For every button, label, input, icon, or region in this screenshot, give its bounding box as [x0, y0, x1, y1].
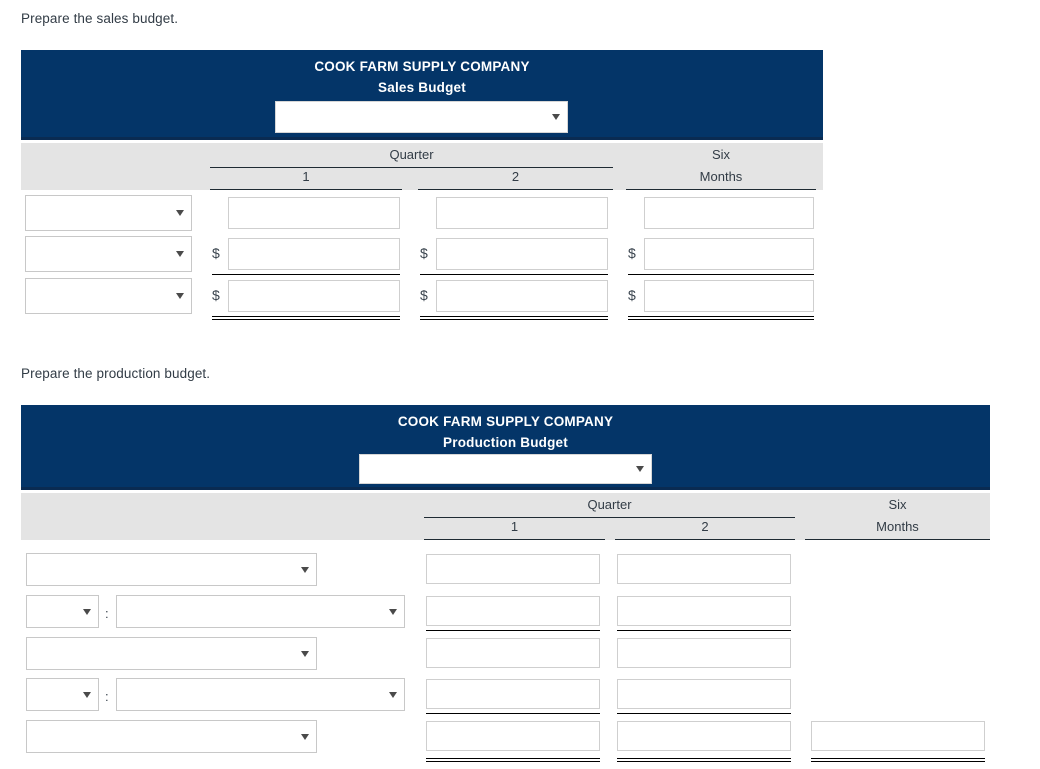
chevron-down-icon — [301, 733, 309, 740]
sales-column-q1-label: 1 — [302, 169, 310, 184]
production-column-q2-rule — [615, 539, 795, 540]
production-row-5-q1-double-underline — [426, 758, 600, 762]
sales-row-3-six-months-currency-symbol: $ — [628, 287, 636, 303]
production-row-4-q2-underline — [617, 713, 791, 714]
sales-quarter-group-label: Quarter — [389, 147, 434, 162]
sales-column-six-months-label-line2: Months — [699, 169, 743, 184]
sales-budget-header: COOK FARM SUPPLY COMPANY Sales Budget — [21, 50, 823, 140]
sales-row-3-q2-currency-symbol: $ — [420, 287, 428, 303]
production-row-5-six-months-double-underline — [811, 758, 985, 762]
production-budget-worksheet: COOK FARM SUPPLY COMPANY Production Budg… — [21, 405, 990, 769]
production-row-4-separator: : — [105, 689, 109, 704]
chevron-down-icon — [389, 691, 397, 698]
chevron-down-icon — [636, 466, 644, 472]
production-row-2-q1-underline — [426, 630, 600, 631]
sales-column-q1-rule — [210, 189, 402, 190]
sales-column-q2-label: 2 — [511, 169, 520, 184]
production-row-4-label-select[interactable] — [116, 678, 405, 711]
chevron-down-icon — [389, 608, 397, 615]
sales-row-2-q2-underline — [420, 274, 608, 275]
sales-row-3-label-select[interactable] — [25, 278, 192, 314]
production-column-six-months-label-line1: Six — [888, 497, 907, 512]
sales-column-six-months-label-line1: Six — [711, 147, 731, 162]
production-column-q1-rule — [424, 539, 605, 540]
sales-row-2-q2-currency-symbol: $ — [420, 245, 428, 261]
production-row-4-q1-input[interactable] — [426, 679, 600, 709]
sales-row-2-six-months-underline — [628, 274, 814, 275]
production-quarter-group-rule — [424, 517, 795, 518]
production-row-5-label-select[interactable] — [26, 720, 317, 753]
chevron-down-icon — [176, 251, 184, 257]
sales-budget-worksheet: COOK FARM SUPPLY COMPANY Sales Budget Qu… — [21, 50, 823, 322]
chevron-down-icon — [176, 293, 184, 299]
sales-column-q2-rule — [418, 189, 613, 190]
sales-period-select-area — [21, 97, 823, 137]
sales-row-3-q1-currency-symbol: $ — [212, 287, 220, 303]
sales-row-1-label-select[interactable] — [25, 195, 192, 231]
sales-budget-company-name: COOK FARM SUPPLY COMPANY — [314, 59, 530, 74]
production-row-3-q1-input[interactable] — [426, 638, 600, 668]
production-row-5-six-months-input[interactable] — [811, 721, 985, 751]
production-budget-period-select[interactable] — [359, 454, 652, 484]
production-period-select-area — [21, 452, 990, 492]
sales-row-2-six-months-currency-symbol: $ — [628, 245, 636, 261]
sales-budget-instruction: Prepare the sales budget. — [21, 11, 179, 26]
sales-row-2-q1-currency-symbol: $ — [212, 245, 220, 261]
production-row-2-prefix-select[interactable] — [26, 595, 99, 628]
sales-budget-title: Sales Budget — [378, 80, 466, 95]
sales-row-3-q1-input[interactable] — [228, 280, 400, 312]
sales-row-1-six-months-input[interactable] — [644, 197, 814, 229]
production-quarter-group-label: Quarter — [587, 497, 632, 512]
sales-row-1-q2-input[interactable] — [436, 197, 608, 229]
sales-row-2-q1-underline — [212, 274, 400, 275]
production-budget-company-name: COOK FARM SUPPLY COMPANY — [397, 414, 614, 429]
chevron-down-icon — [552, 114, 560, 120]
chevron-down-icon — [301, 566, 309, 573]
production-budget-header: COOK FARM SUPPLY COMPANY Production Budg… — [21, 405, 990, 490]
production-budget-column-header-band: Quarter 1 2 Six Months — [21, 493, 990, 540]
production-column-q1-label: 1 — [510, 519, 519, 534]
production-row-1-label-select[interactable] — [26, 553, 317, 586]
sales-budget-period-select[interactable] — [275, 101, 568, 133]
sales-row-2-label-select[interactable] — [25, 236, 192, 272]
production-row-5-q2-input[interactable] — [617, 721, 791, 751]
production-row-2-q1-input[interactable] — [426, 596, 600, 626]
production-column-q2-label: 2 — [701, 519, 709, 534]
production-budget-title: Production Budget — [443, 435, 568, 450]
sales-row-3-q2-double-underline — [420, 316, 608, 320]
sales-quarter-group-rule — [210, 167, 613, 168]
production-row-2-separator: : — [105, 606, 109, 621]
chevron-down-icon — [83, 691, 91, 698]
production-row-3-q2-input[interactable] — [617, 638, 791, 668]
chevron-down-icon — [176, 210, 184, 216]
production-budget-instruction: Prepare the production budget. — [21, 366, 211, 381]
sales-row-2-q1-input[interactable] — [228, 238, 400, 270]
sales-row-3-q1-double-underline — [212, 316, 400, 320]
production-column-six-months-rule — [805, 539, 990, 540]
sales-row-3-six-months-input[interactable] — [644, 280, 814, 312]
production-row-4-q2-input[interactable] — [617, 679, 791, 709]
worksheet-page: Prepare the sales budget. COOK FARM SUPP… — [0, 0, 1040, 769]
production-row-1-q1-input[interactable] — [426, 554, 600, 584]
sales-row-1-q1-input[interactable] — [228, 197, 400, 229]
production-column-six-months-label-line2: Months — [876, 519, 919, 534]
production-row-2-label-select[interactable] — [116, 595, 405, 628]
sales-row-2-q2-input[interactable] — [436, 238, 608, 270]
production-row-5-q1-input[interactable] — [426, 721, 600, 751]
sales-row-3-six-months-double-underline — [628, 316, 814, 320]
production-row-2-q2-input[interactable] — [617, 596, 791, 626]
production-row-4-q1-underline — [426, 713, 600, 714]
production-row-1-q2-input[interactable] — [617, 554, 791, 584]
sales-budget-column-header-band: Quarter 1 2 Six Months — [21, 143, 823, 190]
sales-row-2-six-months-input[interactable] — [644, 238, 814, 270]
chevron-down-icon — [301, 650, 309, 657]
production-row-5-q2-double-underline — [617, 758, 791, 762]
production-row-2-q2-underline — [617, 630, 791, 631]
sales-row-3-q2-input[interactable] — [436, 280, 608, 312]
chevron-down-icon — [83, 608, 91, 615]
sales-column-six-months-rule — [626, 189, 816, 190]
production-row-4-prefix-select[interactable] — [26, 678, 99, 711]
production-row-3-label-select[interactable] — [26, 637, 317, 670]
